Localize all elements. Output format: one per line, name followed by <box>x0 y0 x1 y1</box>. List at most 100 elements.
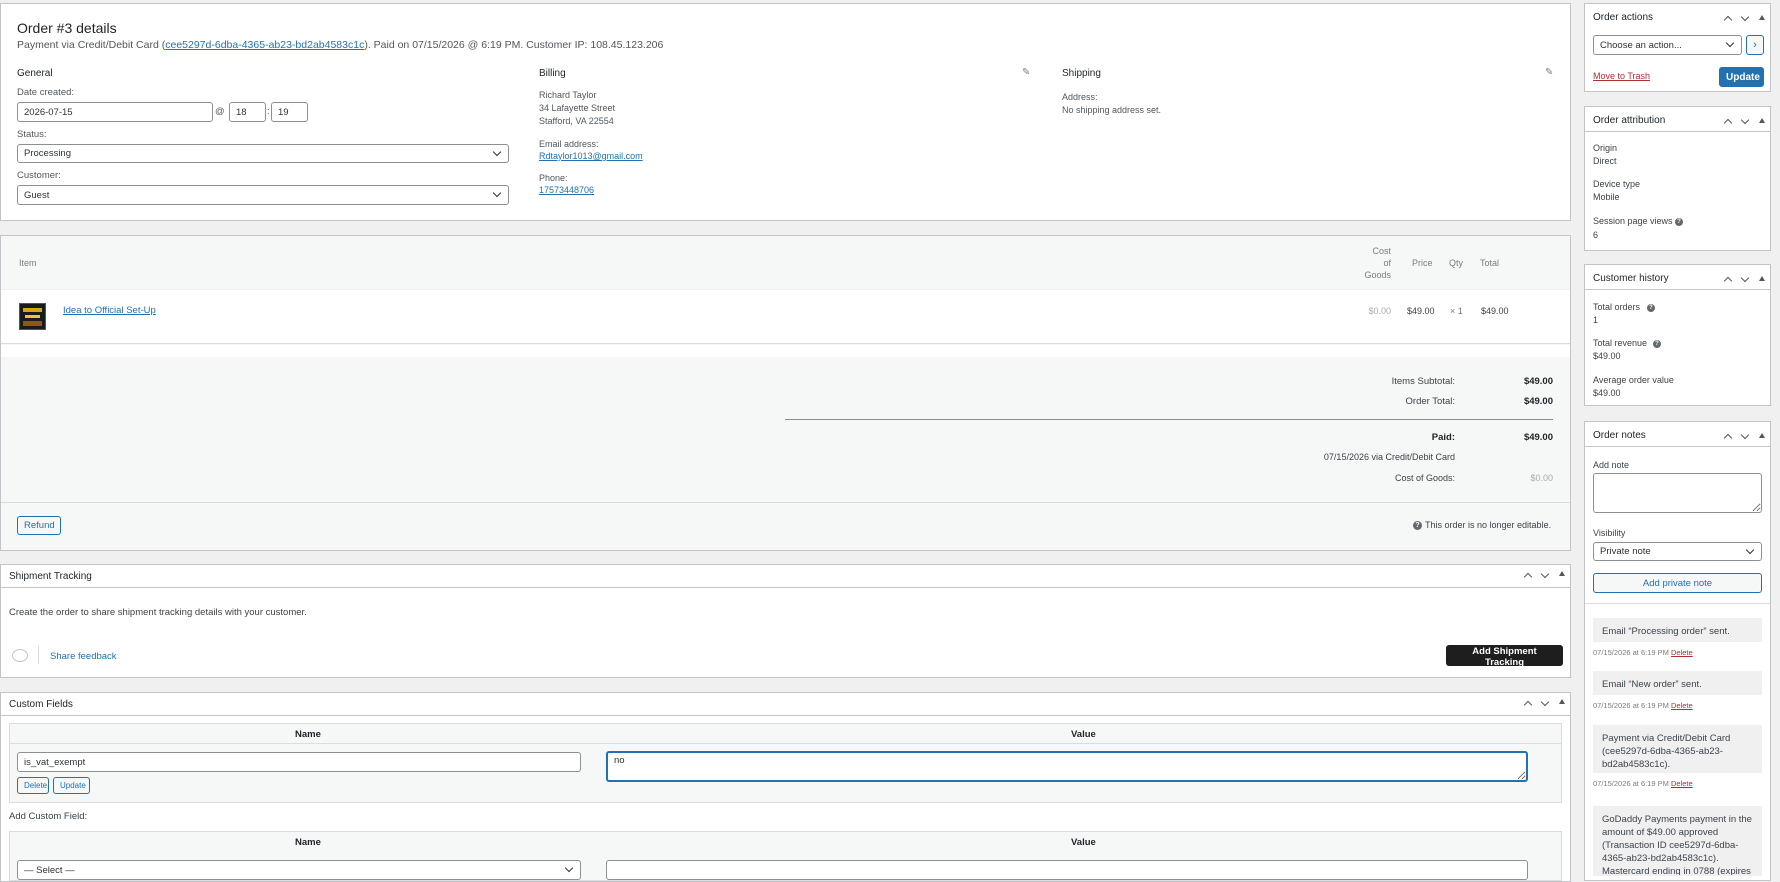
move-down-icon[interactable] <box>1740 12 1750 22</box>
chevron-down-icon <box>564 863 574 873</box>
transaction-link[interactable]: cee5297d-6dba-4365-ab23-bd2ab4583c1c <box>165 39 364 51</box>
collapse-icon[interactable] <box>1559 699 1565 704</box>
delete-meta-button[interactable]: Delete <box>17 777 49 794</box>
move-up-icon[interactable] <box>1723 433 1733 443</box>
collapse-icon[interactable] <box>1759 15 1765 20</box>
refund-button[interactable]: Refund <box>17 516 61 535</box>
total-orders-value: 1 <box>1593 315 1599 325</box>
help-icon[interactable]: ? <box>1647 304 1655 312</box>
status-select[interactable]: Processing <box>17 144 509 163</box>
total-revenue-label: Total revenue <box>1593 338 1648 348</box>
customer-history-title: Customer history <box>1593 273 1669 284</box>
help-icon[interactable]: ? <box>1653 340 1661 348</box>
custom-fields-thead: Name Value <box>10 724 1561 744</box>
product-thumbnail <box>19 303 46 330</box>
paid-note: 07/15/2026 via Credit/Debit Card <box>1323 452 1455 462</box>
session-page-views-label: Session page views <box>1593 216 1673 226</box>
move-up-icon[interactable] <box>1723 15 1733 25</box>
product-link[interactable]: Idea to Official Set-Up <box>63 305 156 316</box>
collapse-icon[interactable] <box>1759 276 1765 281</box>
customer-select[interactable]: Guest <box>17 185 509 205</box>
order-notes-title: Order notes <box>1593 430 1646 441</box>
subtitle-prefix: Payment via Credit/Debit Card ( <box>17 39 166 51</box>
note-text: GoDaddy Payments payment in the amount o… <box>1602 814 1752 876</box>
billing-heading: Billing <box>539 68 566 79</box>
items-header-price: Price <box>1412 258 1433 268</box>
order-subtitle: Payment via Credit/Debit Card (cee5297d-… <box>17 39 663 51</box>
add-private-note-button[interactable]: Add private note <box>1593 573 1762 593</box>
order-action-select[interactable]: Choose an action... <box>1593 35 1742 55</box>
customer-history-box: Customer history Total orders ? 1 Total … <box>1584 264 1771 406</box>
billing-email-link[interactable]: Rdtaylor1013@gmail.com <box>539 151 643 161</box>
add-note-textarea[interactable] <box>1593 473 1762 513</box>
delete-note-link[interactable]: Delete <box>1671 779 1693 788</box>
items-spacer <box>1 345 1570 357</box>
visibility-select[interactable]: Private note <box>1593 542 1762 561</box>
note-date: 07/15/2026 at 6:19 PM <box>1593 701 1669 710</box>
average-order-value-label: Average order value <box>1593 375 1674 385</box>
move-to-trash-link[interactable]: Move to Trash <box>1593 71 1650 81</box>
share-feedback-link[interactable]: Share feedback <box>50 651 117 662</box>
collapse-icon[interactable] <box>1759 118 1765 123</box>
items-header-total: Total <box>1480 258 1500 268</box>
move-up-icon[interactable] <box>1723 118 1733 128</box>
move-down-icon[interactable] <box>1540 697 1550 707</box>
billing-edit-icon[interactable]: ✎ <box>1022 67 1030 78</box>
order-total-value: $49.00 <box>1523 396 1553 407</box>
shipment-header: Shipment Tracking <box>1 565 1570 588</box>
add-custom-field-label: Add Custom Field: <box>9 811 88 822</box>
visibility-label: Visibility <box>1593 528 1626 538</box>
feedback-divider <box>38 646 39 664</box>
billing-phone-link[interactable]: 17573448706 <box>539 185 594 195</box>
delete-note-link[interactable]: Delete <box>1671 648 1693 657</box>
status-value: Processing <box>24 148 71 159</box>
note-meta: 07/15/2026 at 6:19 PM Delete <box>1593 701 1693 710</box>
hour-input[interactable] <box>229 102 266 122</box>
move-up-icon[interactable] <box>1723 276 1733 286</box>
totals-divider <box>785 419 1553 420</box>
order-actions-title: Order actions <box>1593 12 1654 23</box>
update-order-button[interactable]: Update <box>1719 67 1764 87</box>
shipment-description: Create the order to share shipment track… <box>9 607 307 618</box>
custom-field-name-input[interactable] <box>17 752 581 772</box>
new-custom-field-value[interactable] <box>606 860 1528 880</box>
items-header-qty: Qty <box>1449 258 1464 268</box>
add-shipment-tracking-button[interactable]: Add Shipment Tracking <box>1446 645 1563 668</box>
move-down-icon[interactable] <box>1740 430 1750 440</box>
total-orders-label: Total orders <box>1593 302 1641 312</box>
update-meta-button[interactable]: Update <box>53 777 90 794</box>
total-revenue-value: $49.00 <box>1593 351 1621 361</box>
table-row: Idea to Official Set-Up $0.00 $49.00 × 1… <box>1 290 1570 344</box>
note-item: Email “New order” sent. <box>1593 671 1762 695</box>
note-meta: 07/15/2026 at 6:19 PM Delete <box>1593 779 1693 788</box>
move-down-icon[interactable] <box>1740 273 1750 283</box>
move-up-icon[interactable] <box>1523 572 1533 582</box>
date-created-input[interactable] <box>17 102 213 122</box>
help-icon[interactable]: ? <box>1675 218 1683 226</box>
date-created-label: Date created: <box>17 87 75 98</box>
customer-value: Guest <box>24 190 50 201</box>
move-down-icon[interactable] <box>1740 115 1750 125</box>
delete-note-link[interactable]: Delete <box>1671 701 1693 710</box>
note-text: Email “New order” sent. <box>1602 679 1702 690</box>
items-header-item: Item <box>19 258 37 268</box>
order-details-panel: Order #3 details Payment via Credit/Debi… <box>0 3 1571 221</box>
new-custom-field-select[interactable]: — Select — <box>17 860 581 880</box>
items-header-row: Item Cost of Goods Price Qty Total <box>1 236 1570 290</box>
collapse-icon[interactable] <box>1559 571 1565 576</box>
device-type-value: Mobile <box>1593 192 1620 202</box>
apply-action-button[interactable]: › <box>1746 35 1764 55</box>
chevron-down-icon <box>492 147 502 157</box>
note-text: Payment via Credit/Debit Card (cee5297d-… <box>1602 733 1731 770</box>
order-attribution-box: Order attribution Origin Direct Device t… <box>1584 106 1771 251</box>
shipping-edit-icon[interactable]: ✎ <box>1545 67 1553 78</box>
custom-field-value-textarea[interactable]: no <box>606 751 1528 782</box>
minute-input[interactable] <box>271 102 308 122</box>
general-heading: General <box>17 68 53 79</box>
move-down-icon[interactable] <box>1540 569 1550 579</box>
billing-city: Stafford, VA 22554 <box>539 116 614 126</box>
move-up-icon[interactable] <box>1523 700 1533 710</box>
shipment-tracking-panel: Shipment Tracking Create the order to sh… <box>0 564 1571 678</box>
collapse-icon[interactable] <box>1759 433 1765 438</box>
chevron-down-icon <box>1745 545 1755 555</box>
